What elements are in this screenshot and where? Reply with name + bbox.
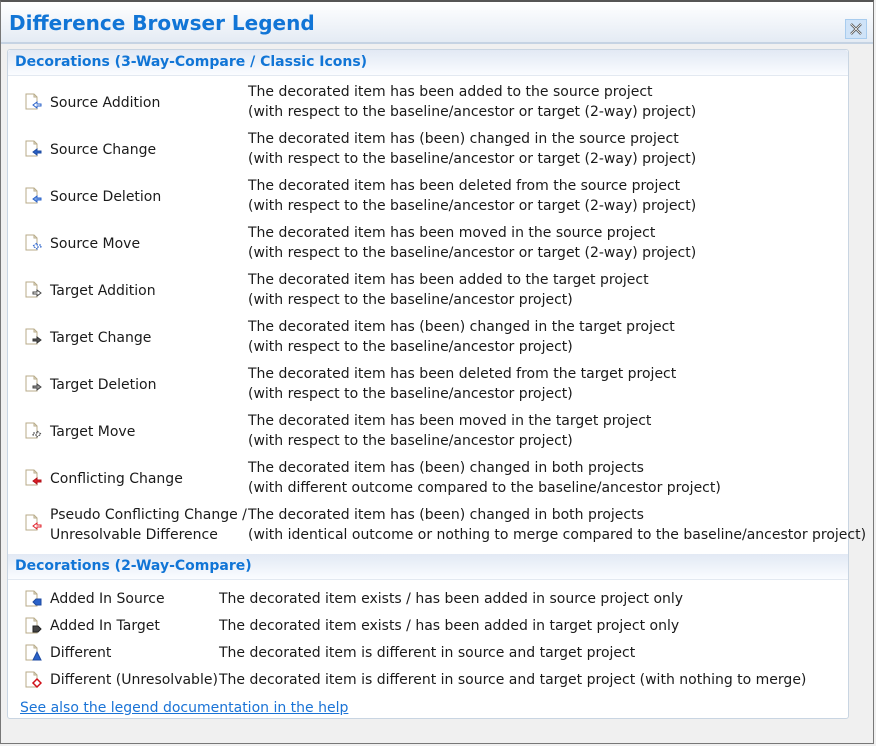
legend-label: Source Addition bbox=[50, 95, 161, 111]
target-addition-icon bbox=[25, 281, 42, 298]
legend-label: Target Addition bbox=[50, 283, 156, 299]
different-icon bbox=[25, 644, 42, 661]
title-bar: Difference Browser Legend bbox=[1, 2, 873, 44]
source-move-icon bbox=[25, 234, 42, 251]
dialog-window: Difference Browser Legend Decorations (3… bbox=[0, 0, 874, 744]
different-unresolvable-icon bbox=[25, 671, 42, 689]
legend-description: The decorated item has been deleted from… bbox=[248, 178, 697, 214]
legend-description: The decorated item exists / has been add… bbox=[219, 618, 680, 634]
legend-description: The decorated item has been added to the… bbox=[248, 84, 697, 120]
legend-label: Target Deletion bbox=[50, 377, 157, 393]
legend-description: The decorated item exists / has been add… bbox=[219, 591, 684, 607]
section-header-3way: Decorations (3-Way-Compare / Classic Ico… bbox=[8, 50, 848, 76]
close-button[interactable] bbox=[845, 19, 867, 39]
legend-description: The decorated item has (been) changed in… bbox=[248, 319, 675, 355]
legend-label: Pseudo Conflicting Change / Unresolvable … bbox=[50, 507, 247, 543]
target-move-icon bbox=[25, 422, 42, 439]
source-change-icon bbox=[25, 140, 42, 157]
legend-label: Target Change bbox=[50, 330, 152, 346]
section-header-2way: Decorations (2-Way-Compare) bbox=[8, 554, 848, 580]
legend-label: Target Move bbox=[50, 424, 136, 440]
legend-label: Source Deletion bbox=[50, 189, 162, 205]
legend-description: The decorated item is different in sourc… bbox=[219, 645, 636, 661]
legend-description: The decorated item has been deleted from… bbox=[248, 366, 677, 402]
close-icon bbox=[850, 23, 862, 35]
legend-description: The decorated item has been moved in the… bbox=[248, 225, 697, 261]
legend-label: Conflicting Change bbox=[50, 471, 183, 487]
legend-panel: Decorations (3-Way-Compare / Classic Ico… bbox=[7, 49, 866, 719]
target-change-icon bbox=[25, 328, 42, 345]
legend-description: The decorated item has (been) changed in… bbox=[248, 460, 721, 496]
added-in-target-icon bbox=[25, 617, 42, 634]
legend-label: Different (Unresolvable) bbox=[50, 672, 218, 688]
legend-description: The decorated item has been moved in the… bbox=[248, 413, 652, 449]
added-in-source-icon bbox=[25, 590, 42, 607]
legend-label: Added In Target bbox=[50, 618, 160, 634]
legend-description: The decorated item is different in sourc… bbox=[219, 672, 807, 688]
pseudo-conflict-icon bbox=[25, 514, 42, 531]
conflicting-change-icon bbox=[25, 469, 42, 486]
section-title: Decorations (3-Way-Compare / Classic Ico… bbox=[15, 54, 368, 70]
source-addition-icon bbox=[25, 93, 42, 110]
legend-label: Added In Source bbox=[50, 591, 165, 607]
dialog-title: Difference Browser Legend bbox=[9, 11, 315, 35]
target-deletion-icon bbox=[25, 375, 42, 392]
legend-description: The decorated item has (been) changed in… bbox=[248, 507, 867, 543]
legend-description: The decorated item has been added to the… bbox=[248, 272, 649, 308]
source-deletion-icon bbox=[25, 187, 42, 204]
section-title: Decorations (2-Way-Compare) bbox=[15, 558, 252, 574]
legend-label: Source Move bbox=[50, 236, 141, 252]
help-link[interactable]: See also the legend documentation in the… bbox=[20, 700, 348, 716]
legend-label: Different bbox=[50, 645, 112, 661]
legend-description: The decorated item has (been) changed in… bbox=[248, 131, 697, 167]
legend-label: Source Change bbox=[50, 142, 157, 158]
